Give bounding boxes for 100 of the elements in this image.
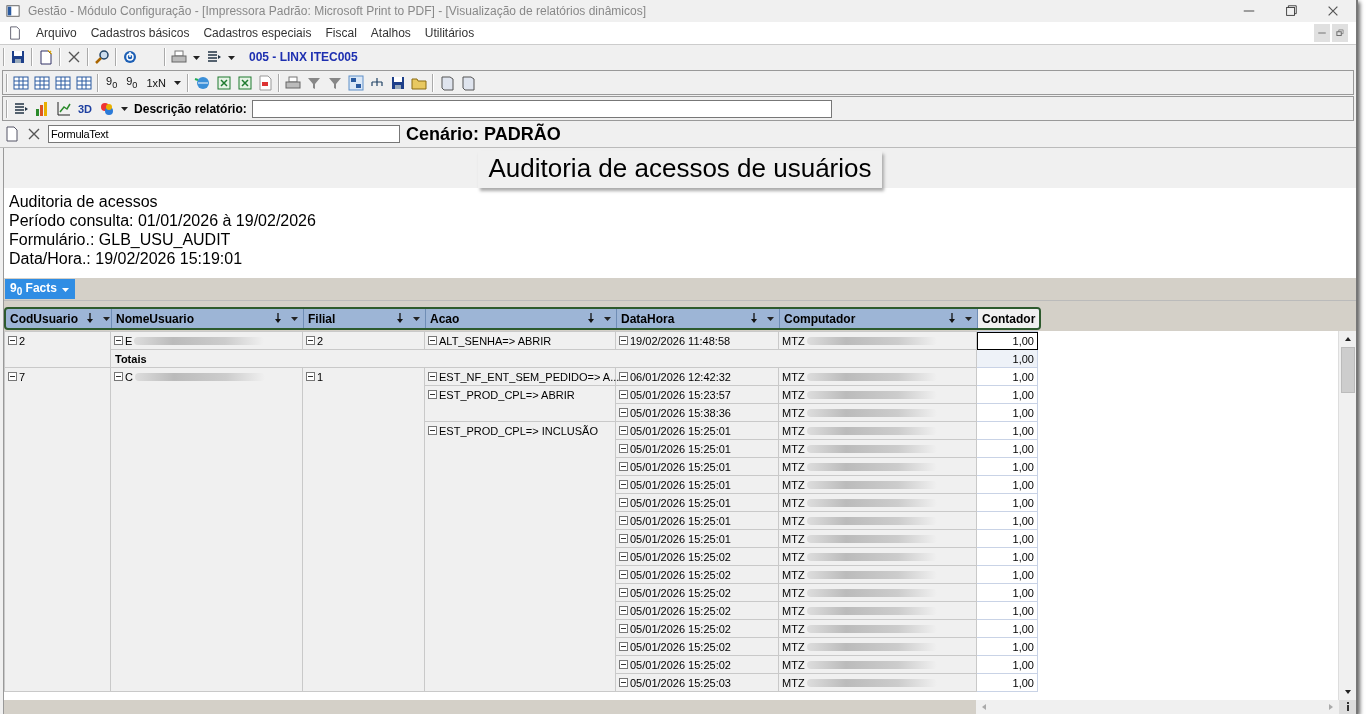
table-cell[interactable]: 1,00 [976, 331, 1038, 350]
sort-arrow-icon[interactable] [86, 313, 94, 324]
caret-icon[interactable] [412, 314, 421, 323]
vertical-scrollbar[interactable] [1338, 331, 1356, 700]
collapse-icon[interactable] [619, 444, 628, 453]
description-field[interactable] [251, 99, 832, 118]
table-cell: 2 [302, 331, 425, 350]
collapse-icon[interactable] [8, 372, 17, 381]
close-icon[interactable] [1326, 4, 1340, 18]
power-icon[interactable] [122, 49, 138, 65]
sort-arrow-icon[interactable] [948, 313, 956, 324]
collapse-icon[interactable] [619, 480, 628, 489]
palette-icon[interactable] [99, 100, 116, 117]
toolbar-button[interactable]: 9$_{0}$ [124, 74, 140, 91]
maximize-icon[interactable] [1284, 4, 1298, 18]
collapse-icon[interactable] [428, 372, 437, 381]
document-icon[interactable] [8, 26, 22, 40]
menu-item[interactable]: Cadastros básicos [90, 26, 190, 40]
list-icon[interactable] [13, 100, 29, 117]
collapse-icon[interactable] [114, 336, 123, 345]
printer-icon[interactable] [171, 49, 187, 65]
scroll-thumb[interactable] [1340, 347, 1355, 393]
collapse-icon[interactable] [619, 588, 628, 597]
collapse-icon[interactable] [619, 498, 628, 507]
collapse-icon[interactable] [619, 660, 628, 669]
column-header[interactable]: NomeUsuario [112, 309, 304, 328]
collapse-icon[interactable] [8, 336, 17, 345]
list-icon[interactable] [206, 49, 222, 65]
caret-icon[interactable] [964, 314, 973, 323]
document-icon[interactable] [4, 126, 20, 142]
chart-icon[interactable] [34, 100, 50, 117]
toolbar-button[interactable]: 3D [76, 102, 95, 115]
collapse-icon[interactable] [619, 678, 628, 687]
menu-item[interactable]: Cadastros especiais [203, 26, 312, 40]
toolbar-button[interactable]: 9$_{0}$ [104, 74, 120, 91]
column-header[interactable]: Filial [304, 309, 426, 328]
grid-icon[interactable] [34, 74, 50, 91]
collapse-icon[interactable] [306, 336, 315, 345]
caret-icon[interactable] [766, 314, 775, 323]
collapse-icon[interactable] [619, 624, 628, 633]
globe-icon[interactable] [194, 74, 210, 91]
collapse-icon[interactable] [619, 534, 628, 543]
grid-icon[interactable] [76, 74, 92, 91]
column-header[interactable]: CodUsuario [6, 309, 112, 328]
caret-icon[interactable] [290, 314, 299, 323]
collapse-icon[interactable] [114, 372, 123, 381]
collapse-icon[interactable] [619, 606, 628, 615]
menu-item[interactable]: Atalhos [370, 26, 411, 40]
spreadsheet-icon[interactable] [236, 74, 252, 91]
sort-arrow-icon[interactable] [750, 313, 758, 324]
column-header[interactable]: DataHora [617, 309, 780, 328]
axis-icon[interactable] [55, 100, 71, 117]
menu-item[interactable]: Fiscal [325, 26, 357, 40]
table-cell: ALT_SENHA=> ABRIR [424, 331, 616, 350]
caret-icon[interactable] [102, 314, 111, 323]
restore-icon [1335, 28, 1345, 38]
grid-icon[interactable] [55, 74, 71, 91]
column-header[interactable]: Contador [978, 309, 1039, 328]
collapse-icon[interactable] [619, 336, 628, 345]
grid-icon[interactable] [13, 74, 29, 91]
table-cell: C [110, 367, 303, 692]
spreadsheet-icon[interactable] [215, 74, 231, 91]
table-cell: 7 [4, 367, 111, 692]
collapse-icon[interactable] [619, 642, 628, 651]
collapse-icon[interactable] [619, 462, 628, 471]
table-cell: 1 [302, 367, 425, 692]
new-document-icon[interactable] [38, 49, 54, 65]
menu-item[interactable]: Arquivo [36, 26, 77, 40]
collapse-icon[interactable] [428, 390, 437, 399]
save-icon[interactable] [390, 74, 406, 91]
layout-icon[interactable] [348, 74, 364, 91]
collapse-icon[interactable] [619, 426, 628, 435]
restore-button[interactable] [1332, 24, 1348, 42]
close-icon[interactable] [66, 49, 82, 65]
caret-icon[interactable] [603, 314, 612, 323]
table-cell: MTZ [778, 331, 977, 350]
printer-icon[interactable] [285, 74, 301, 91]
search-icon[interactable] [94, 49, 110, 65]
caret-icon[interactable] [173, 78, 182, 87]
close-icon[interactable] [26, 126, 42, 142]
caret-icon[interactable] [120, 104, 130, 113]
collapse-icon[interactable] [619, 390, 628, 399]
sort-arrow-icon[interactable] [274, 313, 282, 324]
collapse-icon[interactable] [428, 426, 437, 435]
formula-field[interactable]: FormulaText [48, 125, 400, 143]
column-header[interactable]: Acao [426, 309, 617, 328]
collapse-icon[interactable] [619, 570, 628, 579]
collapse-icon[interactable] [619, 516, 628, 525]
collapse-icon[interactable] [428, 336, 437, 345]
pdf-icon[interactable] [257, 74, 273, 91]
toolbar-button[interactable]: 1xN [144, 76, 168, 89]
collapse-icon[interactable] [619, 552, 628, 561]
table-cell: EST_PROD_CPL=> ABRIR [424, 385, 616, 422]
sort-arrow-icon[interactable] [396, 313, 404, 324]
collapse-icon[interactable] [306, 372, 315, 381]
collapse-icon[interactable] [619, 408, 628, 417]
sort-arrow-icon[interactable] [587, 313, 595, 324]
menu-item[interactable]: Utilitários [424, 26, 475, 40]
collapse-icon[interactable] [619, 372, 628, 381]
save-icon[interactable] [10, 49, 26, 65]
